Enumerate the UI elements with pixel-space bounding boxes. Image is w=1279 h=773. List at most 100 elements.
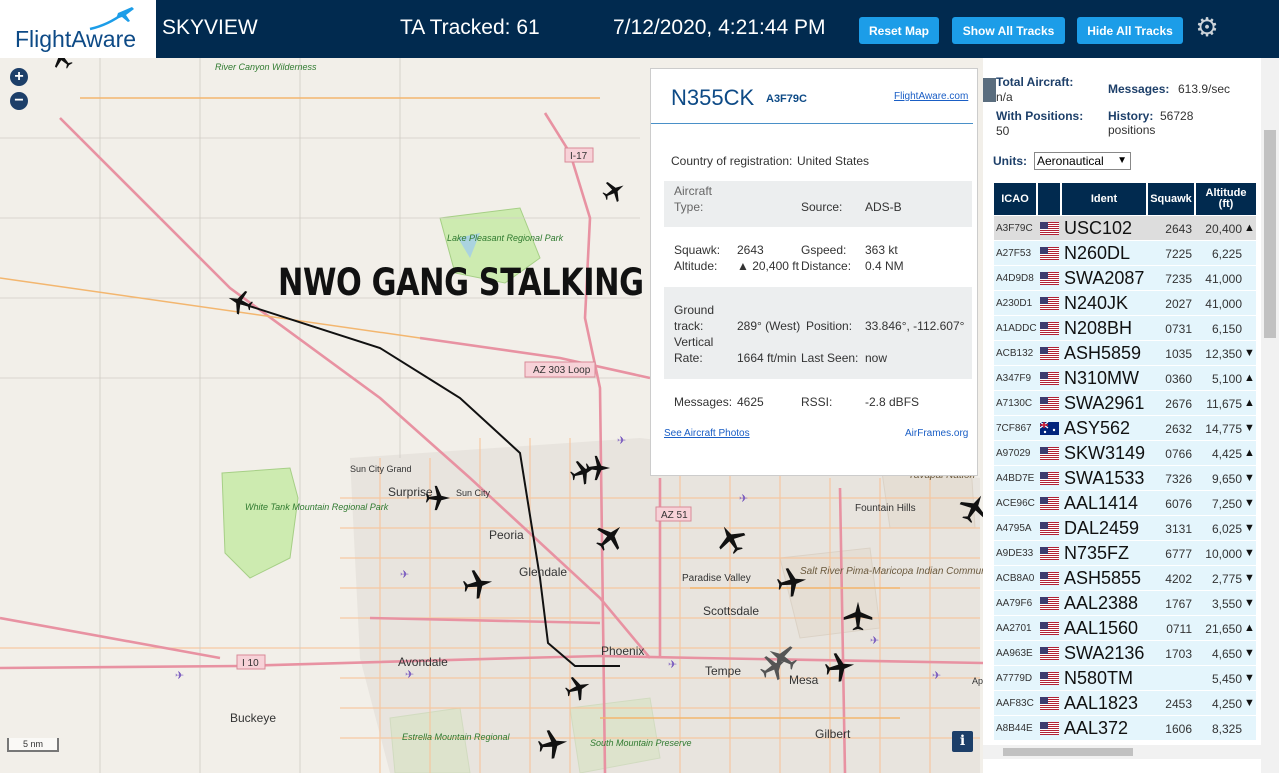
sidebar-collapse-handle[interactable] (983, 78, 996, 102)
airport-icon: ✈ (405, 668, 414, 681)
table-row[interactable]: A4D9D8 SWA2087 7235 41,000 (994, 266, 1256, 291)
flightaware-logo[interactable]: FlightAware (0, 0, 156, 58)
airport-icon: ✈ (617, 434, 626, 447)
table-row[interactable]: A7130C SWA2961 2676 11,675 ▲ (994, 391, 1256, 416)
reset-map-button[interactable]: Reset Map (859, 17, 939, 44)
table-row[interactable]: ACB132 ASH5859 1035 12,350 ▼ (994, 341, 1256, 366)
row-altitude: 10,000 (1205, 547, 1242, 561)
row-squawk: 1767 (1165, 597, 1192, 611)
row-altitude: 5,100 (1211, 372, 1242, 386)
table-row[interactable]: AA79F6 AAL2388 1767 3,550 ▼ (994, 591, 1256, 616)
row-ident: SWA2087 (1064, 268, 1145, 288)
label-scottsdale: Scottsdale (703, 604, 759, 618)
aircraft-marker (602, 181, 624, 203)
table-row[interactable]: A97029 SKW3149 0766 4,425 ▲ (994, 441, 1256, 466)
col-flag[interactable] (1038, 183, 1060, 215)
row-icao: A97029 (996, 448, 1031, 459)
row-ident: AAL1823 (1064, 693, 1139, 713)
row-icao: A1ADDC (996, 323, 1037, 334)
flag-us-icon (1040, 522, 1059, 535)
table-row[interactable]: A230D1 N240JK 2027 41,000 (994, 291, 1256, 316)
row-squawk: 7326 (1165, 472, 1192, 486)
row-altitude-trend-icon: ▼ (1244, 497, 1255, 509)
table-row[interactable]: ACE96C AAL1414 6076 7,250 ▼ (994, 491, 1256, 516)
row-icao: A3F79C (996, 223, 1033, 234)
row-icao: ACE96C (996, 498, 1035, 509)
row-altitude-trend-icon: ▲ (1244, 222, 1255, 234)
flag-us-icon (1040, 297, 1059, 310)
table-row[interactable]: AA963E SWA2136 1703 4,650 ▼ (994, 641, 1256, 666)
col-icao[interactable]: ICAO (994, 183, 1036, 215)
scrollbar-thumb[interactable] (1264, 130, 1276, 338)
zoom-out-button[interactable]: − (10, 92, 28, 110)
units-select[interactable]: Aeronautical ▼ (1034, 152, 1131, 170)
row-altitude: 4,250 (1211, 697, 1242, 711)
row-altitude: 41,000 (1205, 272, 1242, 286)
source-label: Source: (801, 200, 843, 214)
label-sun-city: Sun City (456, 488, 491, 498)
gspeed-value: 363 kt (865, 243, 898, 257)
table-row[interactable]: A8B44E AAL372 1606 8,325 (994, 716, 1256, 741)
col-squawk[interactable]: Squawk (1148, 183, 1194, 215)
table-row[interactable]: A9DE33 N735FZ 6777 10,000 ▼ (994, 541, 1256, 566)
airframes-link[interactable]: AirFrames.org (905, 428, 968, 439)
row-icao: ACB132 (996, 348, 1034, 359)
row-ident: AAL2388 (1064, 593, 1139, 613)
label-phoenix: Phoenix (601, 644, 644, 658)
hide-all-tracks-button[interactable]: Hide All Tracks (1077, 17, 1183, 44)
vertical-rate-label-2: Rate: (674, 351, 703, 365)
messages-value: 4625 (737, 395, 764, 409)
label-tempe: Tempe (705, 664, 741, 678)
table-row[interactable]: A3F79C USC102 2643 20,400 ▲ (994, 216, 1256, 241)
zoom-in-button[interactable]: + (10, 68, 28, 86)
label-avondale: Avondale (398, 655, 448, 669)
table-row[interactable]: 7CF867 ASY562 2632 14,775 ▼ (994, 416, 1256, 441)
messages-rate-value: 613.9/sec (1178, 82, 1231, 96)
row-ident: SWA1533 (1064, 468, 1145, 488)
table-row[interactable]: AAF83C AAL1823 2453 4,250 ▼ (994, 691, 1256, 716)
row-altitude-trend-icon: ▼ (1244, 572, 1255, 584)
row-ident: ASH5859 (1064, 343, 1142, 363)
row-ident: SWA2136 (1064, 643, 1145, 663)
flightaware-link[interactable]: FlightAware.com (894, 91, 968, 102)
col-altitude[interactable]: Altitude (ft) (1196, 183, 1256, 215)
table-row[interactable]: A27F53 N260DL 7225 6,225 (994, 241, 1256, 266)
total-aircraft-label: Total Aircraft: (996, 75, 1074, 89)
row-ident: SWA2961 (1064, 393, 1145, 413)
vertical-scrollbar[interactable] (1261, 58, 1279, 773)
show-all-tracks-button[interactable]: Show All Tracks (952, 17, 1065, 44)
label-paradise-valley: Paradise Valley (682, 573, 751, 584)
aircraft-photos-link[interactable]: See Aircraft Photos (664, 428, 750, 439)
table-row[interactable]: ACB8A0 ASH5855 4202 2,775 ▼ (994, 566, 1256, 591)
row-squawk: 2027 (1165, 297, 1192, 311)
table-row[interactable]: A7779D N580TM 5,450 ▼ (994, 666, 1256, 691)
row-icao: A4795A (996, 523, 1032, 534)
distance-value: 0.4 NM (865, 259, 904, 273)
table-row[interactable]: A1ADDC N208BH 0731 6,150 (994, 316, 1256, 341)
row-altitude-trend-icon: ▼ (1244, 697, 1255, 709)
label-sun-city-grand: Sun City Grand (350, 464, 412, 474)
flag-us-icon (1040, 597, 1059, 610)
source-value: ADS-B (865, 200, 902, 214)
table-row[interactable]: AA2701 AAL1560 0711 21,650 ▲ (994, 616, 1256, 641)
label-glendale: Glendale (519, 565, 567, 579)
col-ident[interactable]: Ident (1062, 183, 1146, 215)
label-estrella: Estrella Mountain Regional (402, 732, 511, 742)
flag-us-icon (1040, 697, 1059, 710)
row-altitude-trend-icon: ▼ (1244, 472, 1255, 484)
table-row[interactable]: A347F9 N310MW 0360 5,100 ▲ (994, 366, 1256, 391)
hscroll-thumb[interactable] (1003, 748, 1133, 756)
gear-icon[interactable]: ⚙ (1194, 14, 1220, 40)
row-icao: ACB8A0 (996, 573, 1035, 584)
distance-label: Distance: (801, 259, 852, 273)
row-ident: N735FZ (1064, 543, 1130, 563)
info-button[interactable]: i (952, 731, 973, 752)
airport-icon: ✈ (175, 669, 184, 682)
row-altitude: 6,150 (1211, 322, 1242, 336)
table-row[interactable]: A4BD7E SWA1533 7326 9,650 ▼ (994, 466, 1256, 491)
table-row[interactable]: A4795A DAL2459 3131 6,025 ▼ (994, 516, 1256, 541)
horizontal-scrollbar[interactable] (983, 745, 1261, 759)
airport-icon: ✈ (739, 492, 748, 505)
row-squawk: 3131 (1165, 522, 1192, 536)
flag-us-icon (1040, 372, 1059, 385)
